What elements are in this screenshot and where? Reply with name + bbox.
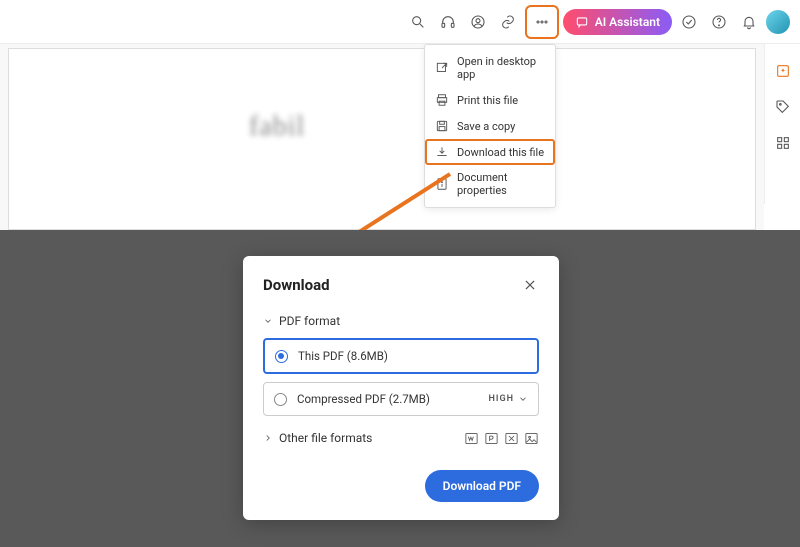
link-icon[interactable] — [495, 9, 521, 35]
menu-download[interactable]: Download this file — [425, 139, 555, 165]
menu-open-desktop-label: Open in desktop app — [457, 55, 545, 81]
pdf-format-section-header[interactable]: PDF format — [263, 314, 539, 328]
menu-print[interactable]: Print this file — [425, 87, 555, 113]
tag-icon[interactable] — [774, 98, 792, 116]
option-this-pdf[interactable]: This PDF (8.6MB) — [263, 338, 539, 374]
ai-assistant-label: AI Assistant — [595, 15, 660, 29]
menu-save-copy-label: Save a copy — [457, 120, 515, 133]
image-icon — [523, 430, 539, 446]
menu-print-label: Print this file — [457, 94, 518, 107]
download-icon — [435, 145, 449, 159]
pdf-format-label: PDF format — [279, 314, 340, 328]
menu-open-desktop[interactable]: Open in desktop app — [425, 49, 555, 87]
more-button-highlight — [525, 5, 559, 39]
format-icons — [463, 430, 539, 446]
menu-save-copy[interactable]: Save a copy — [425, 113, 555, 139]
checkmark-circle-icon[interactable] — [676, 9, 702, 35]
chat-sparkle-icon — [575, 15, 589, 29]
ai-assistant-button[interactable]: AI Assistant — [563, 9, 672, 35]
top-toolbar: AI Assistant — [0, 0, 800, 44]
chevron-right-icon — [263, 433, 273, 443]
printer-icon — [435, 93, 449, 107]
powerpoint-icon — [483, 430, 499, 446]
excel-icon — [503, 430, 519, 446]
signature-text: fabil — [249, 111, 305, 143]
other-formats-section-header[interactable]: Other file formats — [263, 430, 539, 446]
option-compressed-pdf-label: Compressed PDF (2.7MB) — [297, 392, 430, 406]
document-page[interactable]: fabil — [8, 48, 756, 230]
user-circle-icon[interactable] — [465, 9, 491, 35]
more-dropdown-menu: Open in desktop app Print this file Save… — [424, 44, 556, 208]
menu-download-label: Download this file — [457, 146, 544, 159]
info-icon — [435, 177, 449, 191]
option-this-pdf-label: This PDF (8.6MB) — [298, 349, 388, 363]
download-dialog: Download PDF format This PDF (8.6MB) Com… — [243, 256, 559, 520]
radio-compressed-pdf[interactable] — [274, 393, 287, 406]
apps-grid-icon[interactable] — [774, 134, 792, 152]
download-pdf-button[interactable]: Download PDF — [425, 470, 539, 502]
avatar[interactable] — [766, 10, 790, 34]
search-icon[interactable] — [405, 9, 431, 35]
save-icon — [435, 119, 449, 133]
close-icon[interactable] — [521, 276, 539, 294]
menu-properties[interactable]: Document properties — [425, 165, 555, 203]
quality-selector[interactable]: HIGH — [489, 394, 528, 404]
help-icon[interactable] — [706, 9, 732, 35]
word-icon — [463, 430, 479, 446]
sparkle-panel-icon[interactable] — [774, 62, 792, 80]
radio-this-pdf[interactable] — [275, 350, 288, 363]
dialog-header: Download — [263, 276, 539, 294]
right-rail — [764, 44, 800, 204]
document-viewport: fabil — [0, 44, 764, 230]
chevron-down-icon — [263, 316, 273, 326]
quality-label: HIGH — [489, 394, 514, 404]
headphones-icon[interactable] — [435, 9, 461, 35]
option-compressed-pdf[interactable]: Compressed PDF (2.7MB) HIGH — [263, 382, 539, 416]
open-external-icon — [435, 61, 449, 75]
more-icon[interactable] — [529, 9, 555, 35]
menu-properties-label: Document properties — [457, 171, 545, 197]
chevron-down-icon — [518, 394, 528, 404]
download-pdf-button-label: Download PDF — [443, 479, 521, 493]
other-formats-label: Other file formats — [279, 431, 372, 445]
bell-icon[interactable] — [736, 9, 762, 35]
dialog-title: Download — [263, 276, 330, 294]
dialog-footer: Download PDF — [263, 470, 539, 502]
